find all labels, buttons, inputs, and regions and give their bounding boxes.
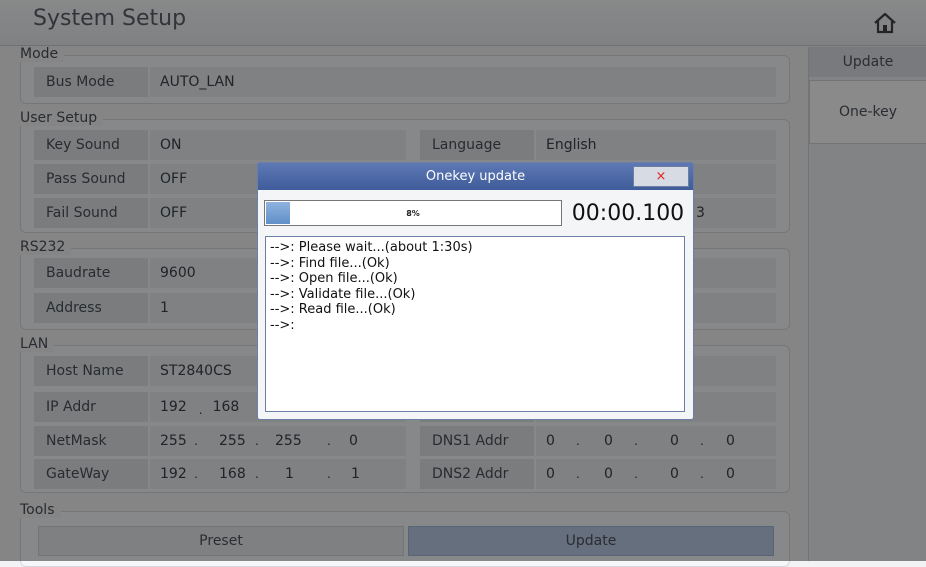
progress-bar: 8% xyxy=(264,200,562,226)
log-line: -->: Open file...(Ok) xyxy=(270,271,398,286)
progress-text: 8% xyxy=(406,208,420,218)
log-line: -->: Read file...(Ok) xyxy=(270,302,396,317)
log-line: -->: xyxy=(270,317,295,333)
dialog-title: Onekey update xyxy=(425,169,526,184)
elapsed-timer: 00:00.100 xyxy=(571,200,685,226)
onekey-update-dialog: Onekey update × 8% 00:00.100 -->: Please… xyxy=(257,162,694,420)
log-box: -->: Please wait...(about 1:30s) -->: Fi… xyxy=(265,236,685,412)
log-line: -->: Validate file...(Ok) xyxy=(270,286,416,302)
close-icon: × xyxy=(655,169,667,184)
log-line: -->: Find file...(Ok) xyxy=(270,255,390,271)
dialog-close-button[interactable]: × xyxy=(633,166,689,187)
log-line: -->: Please wait...(about 1:30s) xyxy=(270,240,473,255)
